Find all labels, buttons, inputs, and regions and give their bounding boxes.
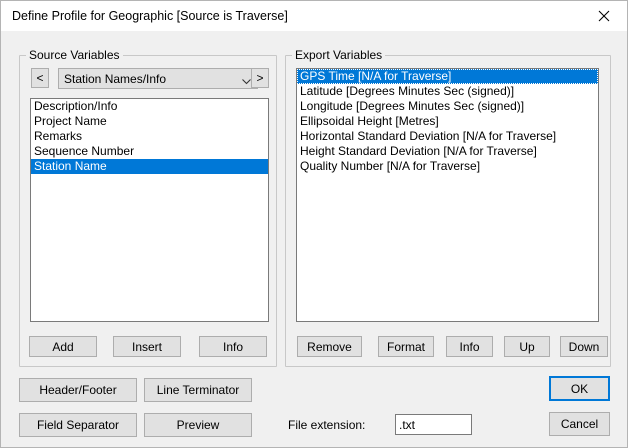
export-variables-legend: Export Variables [292, 48, 386, 62]
source-list-item-selected[interactable]: Station Name [31, 159, 268, 174]
ok-button[interactable]: OK [549, 376, 610, 401]
profile-dialog: Define Profile for Geographic [Source is… [0, 0, 628, 448]
export-list-item[interactable]: Latitude [Degrees Minutes Sec (signed)] [297, 84, 598, 99]
file-extension-input[interactable]: .txt [395, 414, 472, 435]
preview-button[interactable]: Preview [144, 413, 252, 437]
export-variables-list[interactable]: GPS Time [N/A for Traverse] Latitude [De… [296, 68, 599, 322]
source-info-button[interactable]: Info [199, 336, 267, 357]
line-terminator-button[interactable]: Line Terminator [144, 378, 252, 402]
source-variables-list[interactable]: Description/Info Project Name Remarks Se… [30, 98, 269, 322]
insert-button[interactable]: Insert [113, 336, 181, 357]
export-list-item[interactable]: Ellipsoidal Height [Metres] [297, 114, 598, 129]
source-list-item[interactable]: Sequence Number [31, 144, 268, 159]
close-button[interactable] [587, 3, 621, 29]
source-list-item[interactable]: Project Name [31, 114, 268, 129]
file-extension-label: File extension: [288, 418, 366, 432]
export-list-item[interactable]: Height Standard Deviation [N/A for Trave… [297, 144, 598, 159]
prev-category-button[interactable]: < [31, 68, 49, 88]
chevron-down-icon [242, 74, 251, 88]
export-variables-group: Export Variables GPS Time [N/A for Trave… [285, 48, 611, 367]
source-variables-legend: Source Variables [26, 48, 123, 62]
export-list-item-selected[interactable]: GPS Time [N/A for Traverse] [297, 69, 598, 84]
source-variables-group: Source Variables < Station Names/Info > … [19, 48, 277, 367]
source-list-item[interactable]: Description/Info [31, 99, 268, 114]
title-bar: Define Profile for Geographic [Source is… [1, 1, 627, 31]
format-button[interactable]: Format [378, 336, 434, 357]
export-list-item[interactable]: Horizontal Standard Deviation [N/A for T… [297, 129, 598, 144]
header-footer-button[interactable]: Header/Footer [19, 378, 137, 402]
add-button[interactable]: Add [29, 336, 97, 357]
down-button[interactable]: Down [560, 336, 608, 357]
export-info-button[interactable]: Info [446, 336, 493, 357]
close-icon [598, 10, 610, 22]
next-category-button[interactable]: > [251, 68, 269, 88]
category-dropdown[interactable]: Station Names/Info [58, 68, 258, 89]
export-list-item[interactable]: Longitude [Degrees Minutes Sec (signed)] [297, 99, 598, 114]
cancel-button[interactable]: Cancel [549, 412, 610, 436]
export-list-item[interactable]: Quality Number [N/A for Traverse] [297, 159, 598, 174]
up-button[interactable]: Up [504, 336, 550, 357]
field-separator-button[interactable]: Field Separator [19, 413, 137, 437]
category-dropdown-value: Station Names/Info [64, 72, 167, 86]
window-title: Define Profile for Geographic [Source is… [12, 9, 288, 23]
source-list-item[interactable]: Remarks [31, 129, 268, 144]
remove-button[interactable]: Remove [297, 336, 362, 357]
